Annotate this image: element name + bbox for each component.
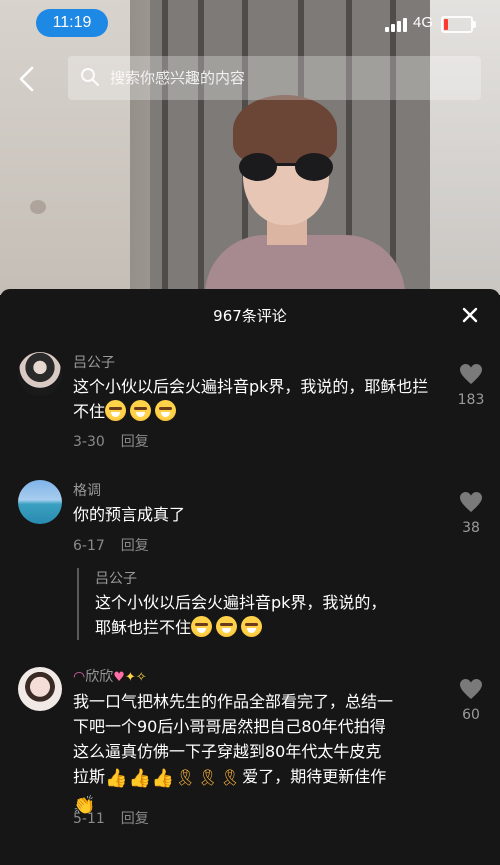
thumbs-up-emoji-icon: 👍	[128, 768, 151, 789]
sunglasses-lens	[295, 153, 333, 181]
grinning-emoji-icon	[241, 616, 263, 637]
comment-username-text: 欣欣	[85, 669, 114, 685]
window-bar	[162, 0, 168, 295]
like-count: 38	[462, 520, 480, 536]
comment-text[interactable]: 你的预言成真了	[73, 502, 435, 527]
like-button[interactable]: 38	[452, 491, 490, 536]
comment-username[interactable]: 格调	[73, 480, 101, 500]
heart-icon	[460, 679, 482, 699]
comments-panel: 967条评论 吕公子 这个小伙以后会火遍抖音pk界，我说的，耶稣也拦不住 3-3…	[0, 289, 500, 865]
grinning-emoji-icon	[191, 616, 213, 637]
grinning-emoji-icon	[130, 400, 152, 421]
reply-button[interactable]: 回复	[121, 434, 149, 450]
comment-count-title: 967条评论	[213, 307, 287, 325]
like-count: 60	[462, 707, 480, 723]
battery-icon	[441, 16, 476, 33]
sunglasses	[239, 153, 335, 181]
reply-button[interactable]: 回复	[121, 538, 149, 554]
comment-meta: 6-17 回复	[73, 535, 149, 555]
status-time: 11:19	[36, 9, 108, 37]
comment-text[interactable]: 这个小伙以后会火遍抖音pk界，我说的，耶稣也拦不住	[73, 374, 435, 424]
back-button[interactable]	[12, 62, 44, 96]
comment-meta: 3-30 回复	[73, 431, 149, 451]
heart-emoji-icon: ♥	[113, 670, 125, 685]
sunglasses-bridge	[275, 163, 297, 166]
comment-text-line: 爱了，期待更新佳作	[242, 767, 387, 786]
close-icon[interactable]	[458, 303, 482, 327]
like-button[interactable]: 60	[452, 678, 490, 723]
signal-strength-icon	[385, 16, 409, 32]
sunglasses-lens	[239, 153, 277, 181]
grinning-emoji-icon	[216, 616, 238, 637]
grinning-emoji-icon	[155, 400, 177, 421]
like-count: 183	[457, 392, 485, 408]
search-placeholder: 搜索你感兴趣的内容	[110, 69, 246, 87]
quoted-text-line: 耶稣也拦不住	[95, 618, 192, 637]
ribbon-emoji-icon: 🎗	[197, 768, 218, 787]
avatar[interactable]	[18, 667, 62, 711]
comment-text-content: 这个小伙以后会火遍抖音pk界，我说的，耶稣也拦不住	[73, 377, 429, 421]
left-wall	[0, 0, 130, 295]
comment-text-line: 这么逼真仿佛一下子穿越到80年代太牛皮克	[73, 742, 382, 761]
comment-text-line: 我一口气把林先生的作品全部看完了，总结一	[73, 692, 394, 711]
like-button[interactable]: 183	[452, 363, 490, 408]
ribbon-emoji-icon: 🎗	[175, 768, 196, 787]
thumbs-up-emoji-icon: 👍	[151, 768, 175, 789]
sparkles-emoji-icon: ✦✧	[124, 670, 147, 685]
status-bar: 11:19 4G	[0, 0, 500, 44]
wall-stain	[30, 200, 46, 214]
video-background[interactable]	[0, 0, 500, 295]
back-arrow-icon	[19, 66, 34, 92]
quoted-username: 吕公子	[95, 571, 137, 587]
window-bar	[198, 0, 204, 295]
grinning-emoji-icon	[105, 400, 127, 421]
network-type: 4G	[413, 14, 434, 31]
comment-username[interactable]: ◠欣欣♥✦✧	[73, 666, 147, 686]
search-input[interactable]: 搜索你感兴趣的内容	[68, 56, 481, 100]
comment-date: 5-11	[73, 811, 105, 827]
search-icon	[81, 68, 99, 86]
thumbs-up-emoji-icon: 👍	[105, 768, 128, 789]
comment-date: 6-17	[73, 538, 105, 554]
quoted-text-line: 这个小伙以后会火遍抖音pk界，我说的，	[95, 593, 387, 612]
comment-date: 3-30	[73, 434, 105, 450]
avatar[interactable]	[18, 352, 62, 396]
rainbow-emoji-icon: ◠	[73, 669, 86, 685]
heart-icon	[460, 492, 482, 512]
ribbon-emoji-icon: 🎗	[219, 768, 241, 787]
comment-text-line: 下吧一个90后小哥哥居然把自己80年代拍得	[73, 717, 386, 736]
right-wall	[430, 0, 500, 295]
video-person	[205, 95, 405, 295]
quoted-comment[interactable]: 吕公子 这个小伙以后会火遍抖音pk界，我说的， 耶稣也拦不住	[77, 568, 439, 640]
comment-meta: 5-11 回复	[73, 808, 149, 828]
quoted-text: 这个小伙以后会火遍抖音pk界，我说的， 耶稣也拦不住	[95, 590, 435, 640]
reply-button[interactable]: 回复	[121, 811, 149, 827]
avatar[interactable]	[18, 480, 62, 524]
comment-username[interactable]: 吕公子	[73, 352, 115, 372]
battery-level	[444, 19, 448, 30]
heart-icon	[460, 364, 482, 384]
comment-text[interactable]: 我一口气把林先生的作品全部看完了，总结一 下吧一个90后小哥哥居然把自己80年代…	[73, 689, 435, 818]
comment-text-line: 拉斯	[73, 767, 106, 786]
